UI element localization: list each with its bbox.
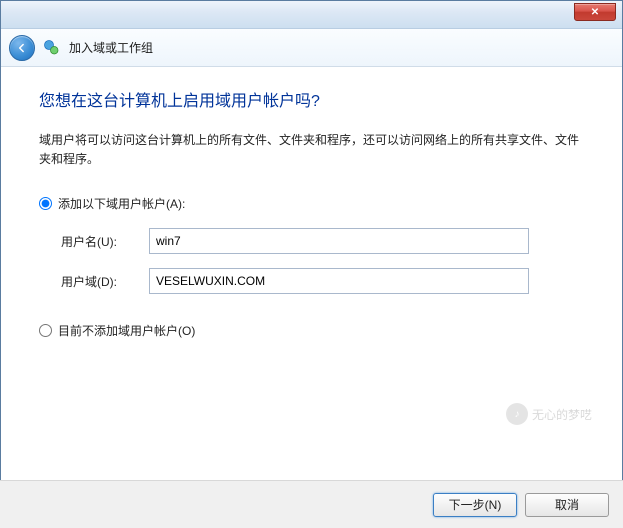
radio-add-user[interactable]: [39, 197, 52, 210]
option-add-label: 添加以下域用户帐户(A):: [58, 195, 185, 212]
option-skip-label: 目前不添加域用户帐户(O): [58, 322, 195, 339]
username-label: 用户名(U):: [61, 233, 149, 250]
next-button[interactable]: 下一步(N): [433, 493, 517, 517]
back-button[interactable]: [9, 35, 35, 61]
description-text: 域用户将可以访问这台计算机上的所有文件、文件夹和程序，还可以访问网络上的所有共享…: [39, 131, 584, 169]
option-add-user[interactable]: 添加以下域用户帐户(A):: [39, 195, 584, 212]
wizard-icon: [43, 39, 61, 57]
user-fields: 用户名(U): 用户域(D):: [61, 228, 584, 294]
domain-input[interactable]: [149, 268, 529, 294]
back-arrow-icon: [15, 41, 29, 55]
page-heading: 您想在这台计算机上启用域用户帐户吗?: [39, 87, 584, 111]
watermark: ♪ 无心的梦呓: [506, 403, 592, 425]
option-skip-user[interactable]: 目前不添加域用户帐户(O): [39, 322, 584, 339]
username-row: 用户名(U):: [61, 228, 584, 254]
close-button[interactable]: ✕: [574, 3, 616, 21]
titlebar: ✕: [1, 1, 622, 29]
wizard-title: 加入域或工作组: [69, 39, 153, 56]
wizard-header: 加入域或工作组: [1, 29, 622, 67]
footer-bar: 下一步(N) 取消: [0, 480, 623, 528]
radio-skip-user[interactable]: [39, 324, 52, 337]
content-area: 您想在这台计算机上启用域用户帐户吗? 域用户将可以访问这台计算机上的所有文件、文…: [1, 67, 622, 477]
cancel-button[interactable]: 取消: [525, 493, 609, 517]
watermark-icon: ♪: [506, 403, 528, 425]
watermark-text: 无心的梦呓: [532, 406, 592, 423]
domain-label: 用户域(D):: [61, 273, 149, 290]
domain-row: 用户域(D):: [61, 268, 584, 294]
username-input[interactable]: [149, 228, 529, 254]
close-icon: ✕: [591, 7, 599, 18]
